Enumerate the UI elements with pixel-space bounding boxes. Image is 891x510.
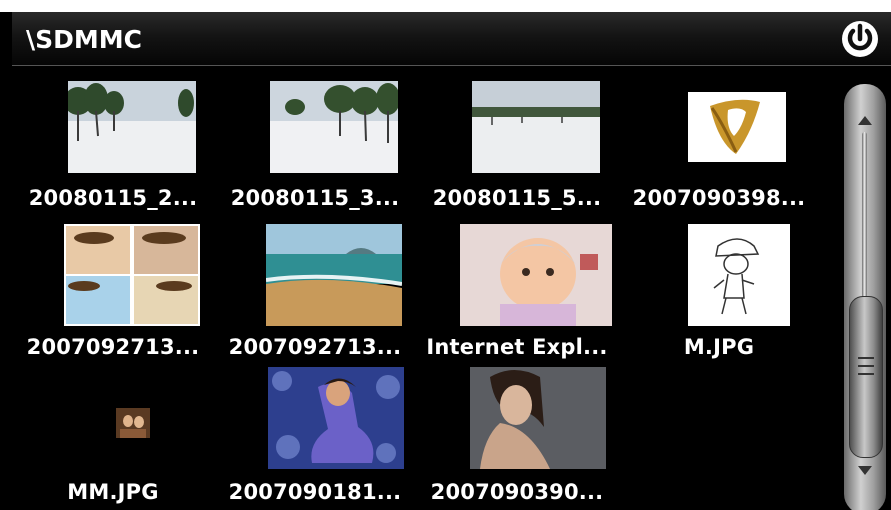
file-name: 2007090390...: [430, 480, 604, 504]
file-name: M.JPG: [683, 335, 755, 359]
title-bar: \SDMMC: [12, 12, 891, 66]
scroll-up-arrow-icon[interactable]: [858, 116, 872, 125]
power-icon[interactable]: [841, 20, 879, 58]
file-item[interactable]: 2007090181...: [214, 356, 416, 504]
scroll-thumb[interactable]: [849, 296, 883, 458]
grip-line: [858, 373, 874, 375]
file-item[interactable]: 2007092713...: [12, 211, 214, 359]
grip-line: [858, 365, 874, 367]
image-thumbnail: [472, 81, 600, 173]
file-item[interactable]: Internet Expl...: [416, 211, 618, 359]
file-item[interactable]: 2007090398...: [618, 66, 820, 211]
file-item[interactable]: 2007092713...: [214, 211, 416, 359]
file-item[interactable]: 20080115_3...: [214, 66, 416, 211]
image-thumbnail: [268, 367, 404, 469]
scroll-down-arrow-icon[interactable]: [858, 466, 872, 475]
image-thumbnail: [460, 224, 612, 326]
file-item[interactable]: 20080115_5...: [416, 66, 618, 211]
folder-path-title: \SDMMC: [26, 25, 142, 54]
file-name: MM.JPG: [67, 480, 159, 504]
file-name: 20080115_3...: [230, 186, 400, 210]
image-thumbnail: [68, 81, 196, 173]
vertical-scrollbar[interactable]: [844, 84, 886, 510]
file-item[interactable]: M.JPG: [618, 211, 820, 359]
file-item[interactable]: MM.JPG: [12, 356, 214, 504]
image-thumbnail: [64, 224, 200, 326]
file-name: 20080115_2...: [28, 186, 198, 210]
image-thumbnail: [270, 81, 398, 173]
image-thumbnail: [688, 92, 786, 162]
grip-line: [858, 357, 874, 359]
file-name: 2007090181...: [228, 480, 402, 504]
file-item[interactable]: 2007090390...: [416, 356, 618, 504]
image-thumbnail: [116, 408, 150, 438]
screen-top-border: [0, 0, 891, 12]
file-item[interactable]: 20080115_2...: [12, 66, 214, 211]
file-grid: 20080115_2... 20080115_3... 20080115_5..…: [12, 66, 891, 510]
image-thumbnail: [688, 224, 790, 326]
image-thumbnail: [470, 367, 606, 469]
file-name: 2007090398...: [632, 186, 806, 210]
image-thumbnail: [266, 224, 402, 326]
file-name: 20080115_5...: [432, 186, 602, 210]
scroll-track: [862, 132, 867, 322]
